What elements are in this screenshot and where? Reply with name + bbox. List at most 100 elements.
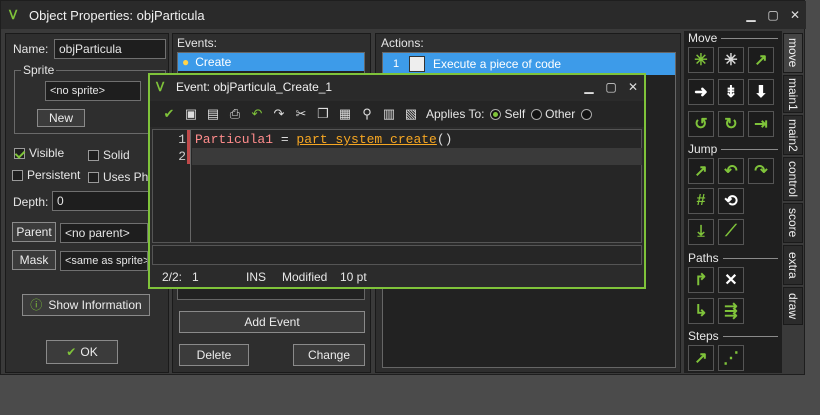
tab-main2[interactable]: main2 [783,115,803,155]
tab-move[interactable]: move [783,33,803,73]
tab-control[interactable]: control [783,157,803,201]
cut-icon[interactable]: ✂ [292,105,310,123]
save-icon[interactable]: ▤ [204,105,222,123]
section-paths-label: Paths [688,251,719,265]
copy-icon[interactable]: ❐ [314,105,332,123]
speed-horizontal-icon[interactable]: ➜ [688,79,714,105]
code-close-icon[interactable]: ✕ [622,79,644,95]
move-contact-icon[interactable]: ⤓ [688,219,714,245]
script-icon[interactable]: ▧ [402,105,420,123]
step-avoiding-icon[interactable]: ⋰ [718,345,744,371]
section-move: Move [688,31,778,45]
delete-event-button[interactable]: Delete [179,344,249,366]
tab-extra[interactable]: extra [783,245,803,285]
event-item-label: Create [195,55,232,69]
jump-position-icon[interactable]: ↗ [688,158,714,184]
minimize-icon[interactable]: ▁ [740,7,762,23]
code-variable: Particula1 [195,132,274,147]
uses-physics-checkbox[interactable]: Uses Phy [88,170,154,184]
step-towards-icon[interactable]: ↗ [688,345,714,371]
bounce-icon[interactable]: ⟋ [718,219,744,245]
object-radio[interactable] [581,108,593,120]
code-page-icon [409,56,425,72]
code-toolbar: ✔ ▣ ▤ ⎙ ↶ ↷ ✂ ❐ ▦ ⚲ ▥ ▧ Applies To: Self… [150,101,644,127]
depth-field[interactable]: 0 [52,191,162,211]
align-grid-icon[interactable]: # [688,188,714,214]
sprite-field[interactable]: <no sprite> [45,81,141,101]
sprite-label: Sprite [21,63,57,77]
code-hscroll-area[interactable] [152,245,642,265]
status-position: 2/2: [162,270,183,284]
event-item-create[interactable]: ● Create [178,53,364,71]
change-event-button[interactable]: Change [293,344,365,366]
persistent-label: Persistent [27,168,81,182]
path-speed-icon[interactable]: ⇶ [718,298,744,324]
maximize-icon[interactable]: ▢ [762,7,784,23]
undo-icon[interactable]: ↶ [248,105,266,123]
add-event-button[interactable]: Add Event [179,311,365,333]
uses-physics-check-icon [88,172,99,184]
parent-button[interactable]: Parent [12,222,56,242]
jump-random-icon[interactable]: ↷ [748,158,774,184]
info-icon: ⓘ [30,298,43,312]
end-path-icon[interactable]: ✕ [718,267,744,293]
section-steps-label: Steps [688,329,719,343]
ok-button[interactable]: ✔ OK [46,340,118,364]
move-free-icon[interactable]: ✳ [718,47,744,73]
move-fixed-icon[interactable]: ✳ [688,47,714,73]
open-icon[interactable]: ▣ [182,105,200,123]
mask-field[interactable]: <same as sprite> [60,251,148,271]
checkmark-icon: ✔ [66,345,77,359]
ok-check-icon[interactable]: ✔ [160,105,178,123]
show-information-button[interactable]: ⓘ Show Information [22,294,150,316]
self-radio[interactable] [490,108,502,120]
parent-field[interactable]: <no parent> [60,223,148,243]
speed-vertical-icon[interactable]: ⇟ [718,79,744,105]
solid-checkbox[interactable]: Solid [88,148,130,162]
tab-score[interactable]: score [783,203,803,243]
gamemaker-logo-icon: ᐯ [156,80,165,94]
jump-start-icon[interactable]: ↶ [718,158,744,184]
tab-main1[interactable]: main1 [783,75,803,113]
section-jump-label: Jump [688,142,718,156]
name-field[interactable]: objParticula [54,39,166,59]
reverse-horizontal-icon[interactable]: ↺ [688,111,714,137]
tab-draw[interactable]: draw [783,287,803,325]
lightbulb-icon: ● [182,55,190,69]
redo-icon[interactable]: ↷ [270,105,288,123]
code-editor-area[interactable]: 1 2 Particula1 = part_system_create() [152,129,642,243]
action-item-execute-code[interactable]: 1 Execute a piece of code [383,53,675,75]
move-towards-icon[interactable]: ↗ [748,47,774,73]
code-line-1[interactable]: Particula1 = part_system_create() [195,132,452,147]
status-modified: Modified [282,270,328,284]
goto-line-icon[interactable]: ▥ [380,105,398,123]
code-minimize-icon[interactable]: ▁ [578,79,600,95]
persistent-checkbox[interactable]: Persistent [12,168,80,182]
sprite-group: Sprite <no sprite> New [14,63,166,134]
set-path-icon[interactable]: ↱ [688,267,714,293]
code-operator: = [273,132,297,147]
visible-checkbox[interactable]: Visible [14,146,64,160]
modified-line-marker [187,130,190,164]
paste-icon[interactable]: ▦ [336,105,354,123]
action-library: Move ✳ ✳ ↗ ➜ ⇟ ⬇ ↺ ↻ ⇥ Jump ↗ ↶ ↷ # ⟲ ⤓ … [684,31,782,373]
line-number: 2 [178,149,186,164]
persistent-check-icon [12,170,23,182]
code-maximize-icon[interactable]: ▢ [600,79,622,95]
mask-button[interactable]: Mask [12,250,56,270]
wrap-screen-icon[interactable]: ⟲ [718,188,744,214]
close-icon[interactable]: ✕ [784,7,806,23]
code-editor-titlebar[interactable]: ᐯ Event: objParticula_Create_1 ▁ ▢ ✕ [150,75,644,99]
find-icon[interactable]: ⚲ [358,105,376,123]
path-position-icon[interactable]: ↳ [688,298,714,324]
ok-label: OK [80,345,98,359]
window-titlebar[interactable]: ᐯ Object Properties: objParticula ▁ ▢ ✕ [1,1,806,29]
print-icon[interactable]: ⎙ [226,105,244,123]
show-information-label: Show Information [48,298,142,312]
reverse-vertical-icon[interactable]: ↻ [718,111,744,137]
other-radio[interactable] [531,108,543,120]
gravity-icon[interactable]: ⬇ [748,79,774,105]
line-number: 1 [178,132,186,147]
new-sprite-button[interactable]: New [37,109,85,127]
friction-icon[interactable]: ⇥ [748,111,774,137]
